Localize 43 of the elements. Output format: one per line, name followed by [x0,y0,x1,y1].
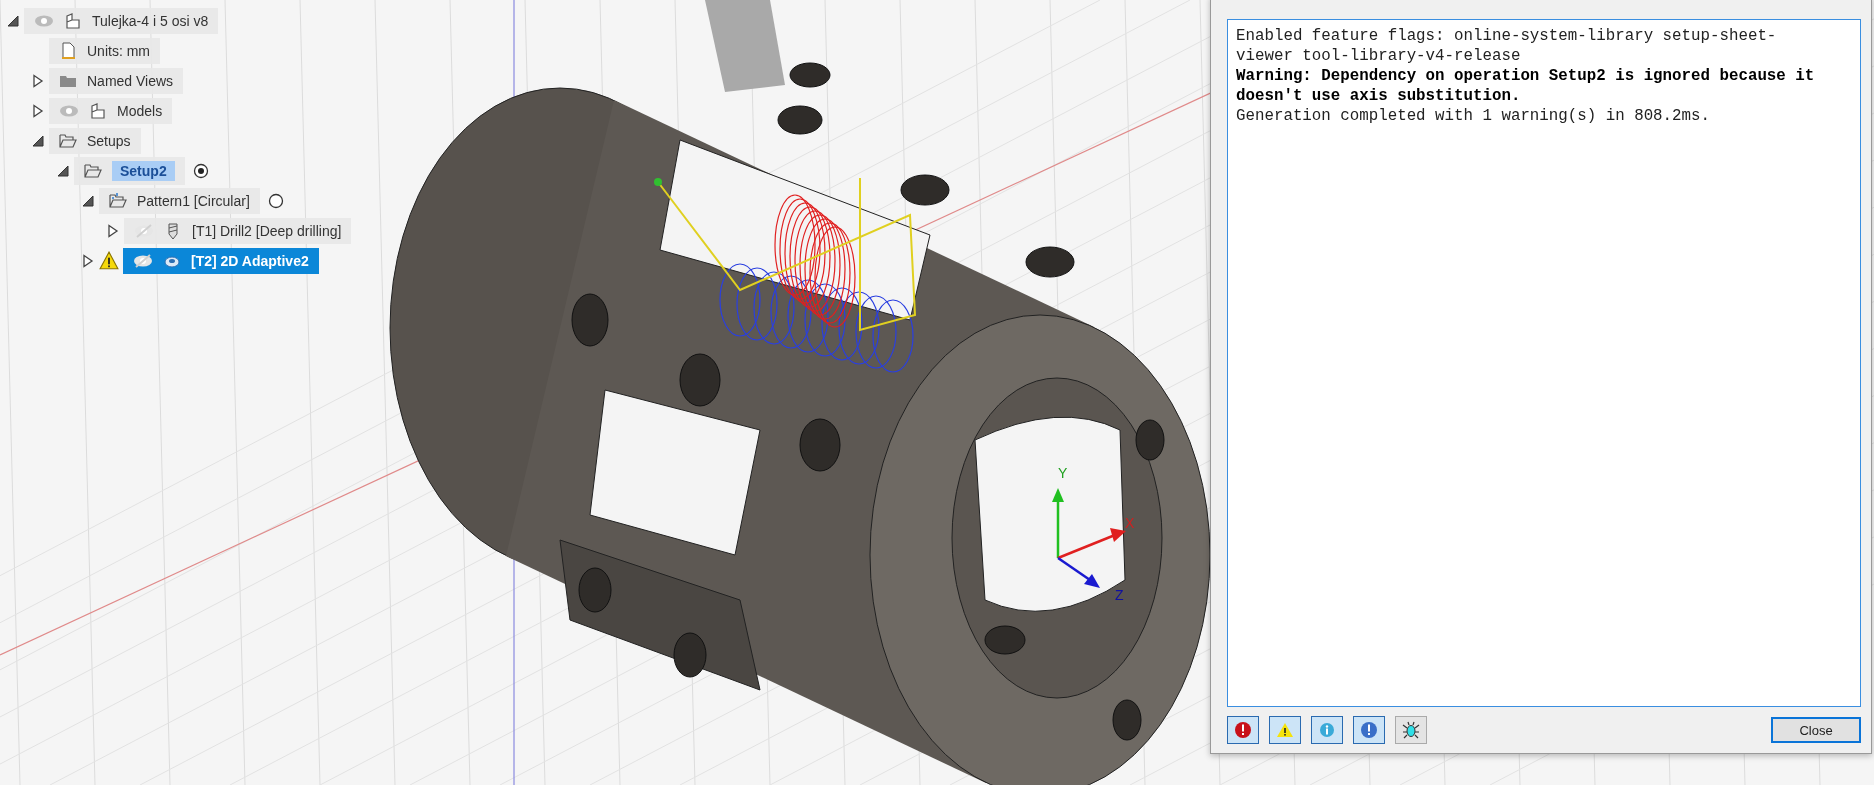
tree-item[interactable]: [T1] Drill2 [Deep drilling] [124,218,352,244]
notice-icon [1359,720,1379,740]
expanded-arrow-icon[interactable] [81,194,95,208]
component-icon [64,12,82,30]
tree-item[interactable]: Models [49,98,173,124]
tree-item[interactable]: Tulejka-4 i 5 osi v8 [24,8,219,34]
filter-button[interactable] [1395,716,1427,744]
filter-button[interactable] [1269,716,1301,744]
log-message: Generation completed with 1 warning(s) in 808.2ms. [1236,106,1711,126]
close-button[interactable]: Close [1771,717,1861,743]
hidden-eye-icon[interactable] [133,254,153,268]
tree-item[interactable]: Pattern1 [Circular] [99,188,260,214]
tree-item[interactable]: Named Views [49,68,184,94]
component-icon [89,102,107,120]
tree-item[interactable]: Setups [49,128,141,154]
document-icon [59,42,77,60]
bug-icon [1401,720,1421,740]
warning-message: Warning: Dependency on operation Setup2 is ignored because it doesn't use axis substitution. [1236,66,1816,106]
filter-button[interactable] [1353,716,1385,744]
tree-item[interactable]: Setup2 [74,157,185,185]
tree-item[interactable]: [T2] 2D Adaptive2 [123,248,319,274]
open-folder-icon [59,132,77,150]
collapsed-arrow-icon[interactable] [81,254,95,268]
expanded-arrow-icon[interactable] [56,164,70,178]
pattern-folder-icon [109,192,127,210]
filter-button[interactable] [1227,716,1259,744]
info-icon [1317,720,1337,740]
axis-label: Y [1058,465,1068,481]
filter-button[interactable] [1311,716,1343,744]
tree-item[interactable]: Units: mm [49,38,160,64]
log-message: Enabled feature flags: online-system-library setup-sheet-viewer tool-library-v4-release [1236,26,1778,66]
radio-icon[interactable] [192,163,209,179]
axis-label: Z [1115,587,1124,603]
axis-label: X [1125,515,1135,531]
open-folder-icon [84,162,102,180]
radio-icon[interactable] [267,193,284,209]
axis-triad-icon [1052,488,1126,588]
collapsed-arrow-icon[interactable] [31,104,45,118]
collapsed-arrow-icon[interactable] [106,224,120,238]
expanded-arrow-icon[interactable] [31,134,45,148]
expanded-arrow-icon[interactable] [6,14,20,28]
error-icon [1233,720,1253,740]
collapsed-arrow-icon[interactable] [31,74,45,88]
